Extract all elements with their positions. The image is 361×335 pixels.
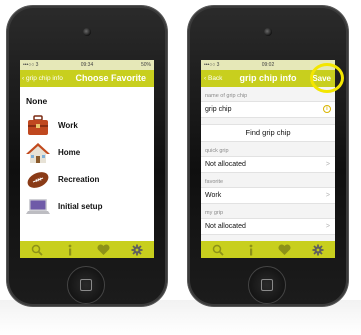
section-label-my-grip: my grip [205,210,224,216]
page-title: Choose Favorite [75,73,146,83]
gear-icon[interactable] [128,243,146,257]
grip-chip-form: name of grip chip grip chip i Find grip … [201,87,335,258]
grip-chip-info-screen: •••○○ 3 09:02 ‹ Back grip chip info Save… [201,60,335,258]
option-initial-setup[interactable]: Initial setup [20,193,154,220]
info-icon[interactable]: i [323,105,331,113]
phone-left: •••○○ 3 09:34 50% ‹ grip chip info Choos… [7,6,167,306]
info-icon[interactable] [61,243,79,257]
name-field[interactable]: grip chip i [201,101,335,118]
option-recreation[interactable]: Recreation [20,166,154,193]
name-value: grip chip [205,106,232,113]
nav-bar: ‹ grip chip info Choose Favorite [20,70,154,87]
chevron-right-icon: > [325,161,330,168]
chevron-right-icon: > [325,192,330,199]
option-label: Recreation [58,175,100,184]
home-button[interactable] [248,266,286,304]
back-label: grip chip info [25,75,63,82]
my-grip-value: Not allocated [205,223,246,230]
home-button[interactable] [67,266,105,304]
favorite-row[interactable]: Work > [201,187,335,204]
back-button[interactable]: ‹ grip chip info [22,70,63,87]
option-none[interactable]: None [20,87,154,112]
section-label-quick-grip: quick grip [205,148,229,154]
option-label: Home [58,148,81,157]
heart-icon[interactable] [95,243,113,257]
quick-grip-value: Not allocated [205,161,246,168]
laptop-icon [26,196,50,218]
my-grip-row[interactable]: Not allocated > [201,218,335,235]
quick-grip-row[interactable]: Not allocated > [201,156,335,173]
find-grip-chip-button[interactable]: Find grip chip [201,124,335,142]
save-highlight-circle [310,63,344,93]
option-label: Initial setup [58,202,103,211]
camera-icon [83,28,91,36]
option-work[interactable]: Work [20,112,154,139]
football-icon [26,169,50,191]
house-icon [26,142,50,164]
gear-icon[interactable] [309,243,327,257]
choose-favorite-screen: •••○○ 3 09:34 50% ‹ grip chip info Choos… [20,60,154,258]
camera-icon [264,28,272,36]
tab-bar [201,241,335,258]
battery-level: 50% [140,62,151,68]
status-time: 09:34 [80,62,94,68]
chevron-right-icon: > [325,223,330,230]
favorite-value: Work [205,192,222,199]
phone-right: •••○○ 3 09:02 ‹ Back grip chip info Save… [188,6,348,306]
heart-icon[interactable] [276,243,294,257]
info-icon[interactable] [242,243,260,257]
tab-bar [20,241,154,258]
toolbox-icon [26,114,50,137]
status-bar: •••○○ 3 09:34 50% [20,60,154,70]
option-home[interactable]: Home [20,139,154,166]
search-icon[interactable] [28,243,46,257]
option-label: Work [58,121,78,130]
search-icon[interactable] [209,243,227,257]
section-label-favorite: favorite [205,179,224,185]
